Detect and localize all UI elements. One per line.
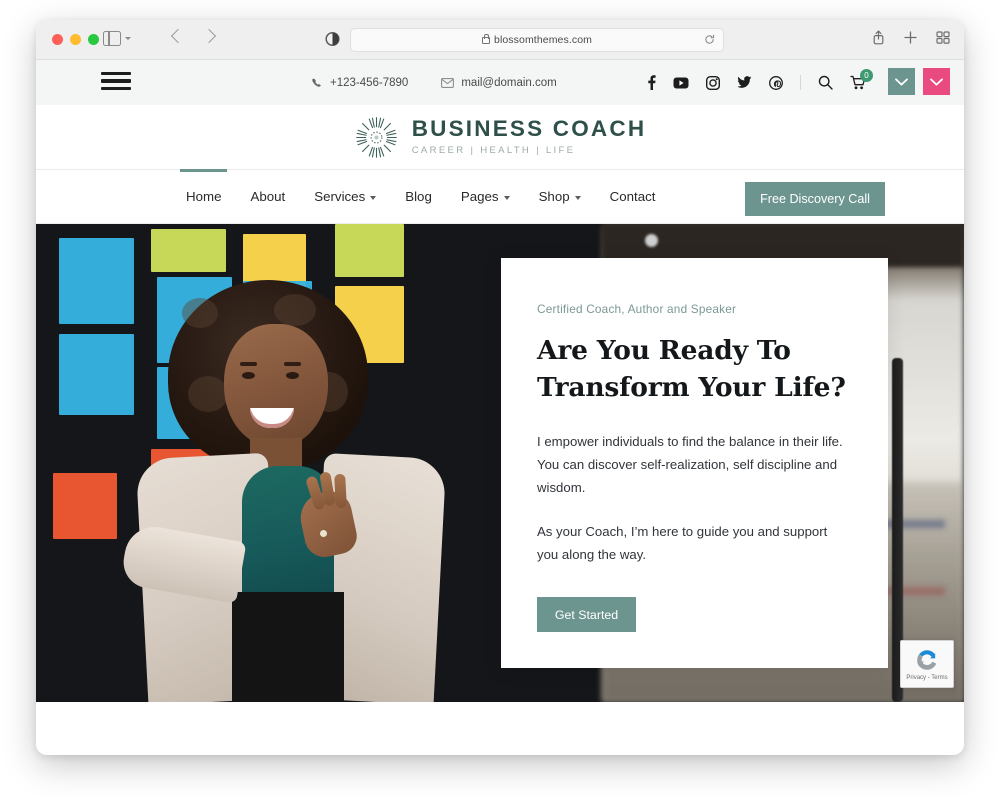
website-page: +123-456-7890 mail@domain.com 0 BUSINESS… — [36, 60, 964, 755]
nav-label: Services — [314, 189, 366, 204]
search-icon[interactable] — [818, 75, 833, 90]
browser-window: blossomthemes.com +123-456-7890 mail@dom… — [36, 20, 964, 755]
email-address: mail@domain.com — [461, 76, 557, 89]
free-discovery-call-button[interactable]: Free Discovery Call — [745, 182, 885, 216]
screenshot-root: blossomthemes.com +123-456-7890 mail@dom… — [0, 0, 1000, 810]
nav-label: Pages — [460, 189, 499, 204]
teal-dropdown-button[interactable] — [888, 68, 915, 95]
hero-content-card: Certified Coach, Author and Speaker Are … — [501, 258, 888, 668]
nav-item-home[interactable]: Home — [179, 169, 229, 223]
cart-icon[interactable]: 0 — [850, 69, 873, 90]
youtube-icon[interactable] — [673, 77, 689, 89]
recaptcha-badge[interactable]: Privacy - Terms — [900, 640, 954, 688]
utility-topbar: +123-456-7890 mail@domain.com 0 — [36, 60, 964, 105]
cart-count-badge: 0 — [860, 69, 873, 82]
coach-figure — [119, 280, 454, 702]
browser-toolbar: blossomthemes.com — [36, 20, 964, 60]
hamburger-menu-icon[interactable] — [101, 72, 131, 91]
nav-list: Home About Services Blog Pages Shop Cont… — [179, 169, 656, 223]
share-icon[interactable] — [872, 30, 885, 45]
instagram-icon[interactable] — [706, 75, 720, 90]
sidebar-toggle-button[interactable] — [103, 31, 131, 46]
nav-item-shop[interactable]: Shop — [539, 170, 581, 223]
site-logo[interactable]: BUSINESS COACH CAREER | HEALTH | LIFE — [354, 115, 647, 160]
nav-item-contact[interactable]: Contact — [610, 170, 656, 223]
social-links[interactable]: 0 — [647, 60, 873, 105]
contact-info: +123-456-7890 mail@domain.com — [311, 60, 557, 105]
get-started-button[interactable]: Get Started — [537, 597, 636, 633]
maximize-window-button[interactable] — [88, 34, 99, 45]
reload-icon[interactable] — [704, 34, 715, 45]
ring — [320, 530, 327, 537]
browser-right-tools[interactable] — [872, 30, 950, 45]
hero-heading: Are You Ready To Transform Your Life? — [537, 333, 852, 407]
recaptcha-privacy[interactable]: Privacy — [906, 675, 926, 681]
phone-info[interactable]: +123-456-7890 — [311, 77, 408, 89]
eye — [286, 372, 299, 379]
sidebar-toggle-icon — [103, 31, 121, 46]
recaptcha-icon — [917, 650, 937, 670]
logo-tagline: CAREER | HEALTH | LIFE — [411, 145, 576, 157]
ceiling-light — [644, 233, 658, 247]
chevron-down-icon — [125, 37, 131, 40]
nav-item-blog[interactable]: Blog — [405, 170, 432, 223]
dandelion-burst-icon — [355, 116, 397, 158]
twitter-icon[interactable] — [737, 76, 752, 89]
eye — [242, 372, 255, 379]
nav-label: About — [250, 189, 286, 204]
recaptcha-legal[interactable]: Privacy - Terms — [906, 675, 947, 681]
eyebrow — [240, 362, 257, 366]
url-text: blossomthemes.com — [482, 34, 592, 46]
nav-label: Home — [186, 189, 222, 204]
logo-band: BUSINESS COACH CAREER | HEALTH | LIFE — [36, 105, 964, 169]
divider — [800, 75, 801, 90]
email-info[interactable]: mail@domain.com — [441, 76, 557, 89]
face — [224, 324, 328, 448]
pink-dropdown-button[interactable] — [923, 68, 950, 95]
pinterest-icon[interactable] — [769, 75, 783, 90]
chevron-down-icon — [895, 78, 908, 85]
chevron-down-icon — [370, 195, 377, 200]
mail-icon — [441, 77, 455, 88]
hero-eyebrow: Certified Coach, Author and Speaker — [537, 302, 737, 316]
window-controls[interactable] — [52, 34, 99, 45]
reader-mode-icon[interactable] — [325, 31, 340, 47]
close-window-button[interactable] — [52, 34, 63, 45]
page-bottom-area — [36, 702, 964, 755]
hero-section: Certified Coach, Author and Speaker Are … — [36, 224, 964, 702]
nav-item-pages[interactable]: Pages — [461, 170, 510, 223]
hero-heading-line2: Transform Your Life? — [537, 371, 846, 403]
nav-label: Contact — [609, 189, 656, 204]
back-arrow-icon[interactable] — [170, 28, 186, 44]
nav-item-about[interactable]: About — [250, 170, 285, 223]
hero-paragraph-2: As your Coach, I’m here to guide you and… — [537, 523, 828, 563]
recaptcha-separator: - — [927, 675, 930, 681]
plus-icon[interactable] — [904, 31, 917, 44]
main-navigation: Home About Services Blog Pages Shop Cont… — [36, 169, 964, 224]
nav-arrows[interactable] — [170, 28, 217, 44]
phone-icon — [312, 78, 321, 87]
hero-heading-line1: Are You Ready To — [537, 335, 791, 366]
black-skirt — [232, 592, 344, 702]
lock-icon — [482, 34, 490, 44]
tab-overview-icon[interactable] — [936, 31, 950, 44]
address-bar[interactable]: blossomthemes.com — [350, 28, 724, 52]
minimize-window-button[interactable] — [70, 34, 81, 45]
recaptcha-terms[interactable]: Terms — [931, 675, 947, 681]
facebook-icon[interactable] — [647, 75, 656, 90]
nav-item-services[interactable]: Services — [314, 170, 377, 223]
nav-label: Shop — [538, 189, 570, 204]
logo-title: BUSINESS COACH — [411, 115, 647, 141]
phone-number: +123-456-7890 — [330, 76, 409, 89]
chevron-down-icon — [574, 195, 581, 200]
forward-arrow-icon[interactable] — [201, 28, 217, 44]
chevron-down-icon — [930, 78, 943, 85]
chevron-down-icon — [503, 195, 510, 200]
nav-label: Blog — [405, 189, 432, 204]
eyebrow — [284, 362, 301, 366]
hero-paragraph-1: I empower individuals to find the balanc… — [537, 433, 843, 496]
